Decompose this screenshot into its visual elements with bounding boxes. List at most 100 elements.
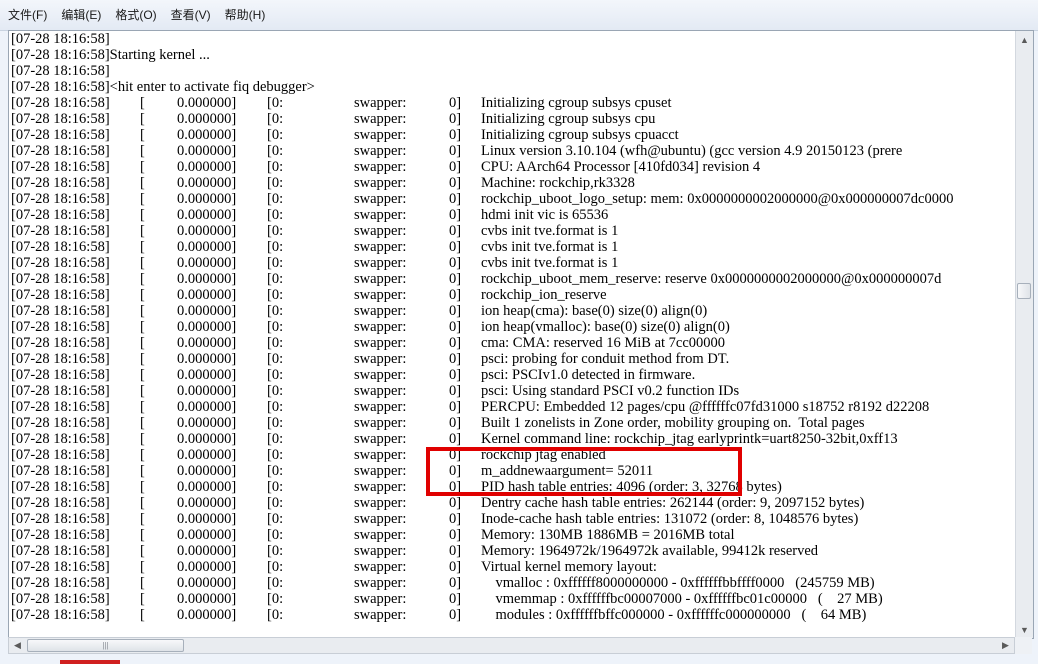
log-timestamp: [07-28 18:16:58]	[11, 415, 110, 431]
log-line: [07-28 18:16:58] [0.000000] [0: swapper: 0] h…	[11, 207, 1015, 223]
log-time: 0.000000]	[177, 127, 237, 143]
menu-item[interactable]: 文件(F)	[2, 0, 53, 30]
horizontal-scroll-thumb[interactable]: |||	[27, 639, 184, 652]
log-pid: 0]	[449, 143, 462, 159]
scrollbar-corner	[1015, 637, 1032, 654]
log-bracket: [	[140, 303, 145, 319]
log-cpu: [0:	[267, 399, 284, 415]
log-cpu: [0:	[267, 159, 284, 175]
log-cpu: [0:	[267, 431, 284, 447]
log-pid: 0]	[449, 479, 462, 495]
log-timestamp: [07-28 18:16:58]	[11, 143, 110, 159]
log-timestamp: [07-28 18:16:58]	[11, 351, 110, 367]
log-bracket: [	[140, 591, 145, 607]
log-line: [07-28 18:16:58] [0.000000] [0: swapper: 0] c…	[11, 239, 1015, 255]
log-text-area[interactable]: [07-28 18:16:58] [07-28 18:16:58]Starting…	[9, 31, 1015, 638]
log-message: cvbs init tve.format is 1	[481, 239, 619, 255]
scroll-up-icon[interactable]: ▲	[1016, 31, 1033, 48]
log-message: Kernel command line: rockchip_jtag early…	[481, 431, 898, 447]
log-cpu: [0:	[267, 383, 284, 399]
scroll-left-icon[interactable]: ◀	[9, 638, 26, 653]
log-line: [07-28 18:16:58] [0.000000] [0: swapper: 0] B…	[11, 415, 1015, 431]
log-pid: 0]	[449, 527, 462, 543]
log-timestamp: [07-28 18:16:58]	[11, 511, 110, 527]
log-line: [07-28 18:16:58] [0.000000] [0: swapper: 0] I…	[11, 111, 1015, 127]
log-cpu: [0:	[267, 319, 284, 335]
log-cpu: [0:	[267, 607, 284, 623]
log-bracket: [	[140, 239, 145, 255]
scroll-down-icon[interactable]: ▼	[1016, 621, 1033, 638]
log-cpu: [0:	[267, 559, 284, 575]
log-line: [07-28 18:16:58] [0.000000] [0: swapper: 0] I…	[11, 127, 1015, 143]
log-timestamp: [07-28 18:16:58]	[11, 463, 110, 479]
log-pid: 0]	[449, 511, 462, 527]
log-cpu: [0:	[267, 143, 284, 159]
log-time: 0.000000]	[177, 319, 237, 335]
log-timestamp: [07-28 18:16:58]	[11, 431, 110, 447]
log-timestamp: [07-28 18:16:58]	[11, 111, 110, 127]
log-cpu: [0:	[267, 287, 284, 303]
menu-item[interactable]: 格式(O)	[109, 0, 162, 30]
log-time: 0.000000]	[177, 495, 237, 511]
log-cpu: [0:	[267, 415, 284, 431]
log-message: PID hash table entries: 4096 (order: 3, …	[481, 479, 782, 495]
log-line: [07-28 18:16:58]	[11, 31, 110, 47]
log-time: 0.000000]	[177, 399, 237, 415]
log-message: rockchip jtag enabled	[481, 447, 606, 463]
log-pid: 0]	[449, 239, 462, 255]
log-line: [07-28 18:16:58] [0.000000] [0: swapper: 0] I…	[11, 511, 1015, 527]
log-line: [07-28 18:16:58] [0.000000] [0: swapper: 0] I…	[11, 95, 1015, 111]
log-line: [07-28 18:16:58] [0.000000] [0: swapper: 0] M…	[11, 527, 1015, 543]
menu-item[interactable]: 帮助(H)	[219, 0, 272, 30]
log-cpu: [0:	[267, 575, 284, 591]
log-bracket: [	[140, 95, 145, 111]
menu-item[interactable]: 查看(V)	[165, 0, 217, 30]
log-timestamp: [07-28 18:16:58]	[11, 127, 110, 143]
log-time: 0.000000]	[177, 239, 237, 255]
log-timestamp: [07-28 18:16:58]	[11, 543, 110, 559]
log-cpu: [0:	[267, 463, 284, 479]
log-line: [07-28 18:16:58][0.000000] [0: swapper: 0] …	[11, 575, 1015, 591]
log-bracket: [	[140, 255, 145, 271]
log-bracket: [	[140, 495, 145, 511]
log-line: [07-28 18:16:58]Starting kernel ...	[11, 47, 210, 63]
log-timestamp: [07-28 18:16:58]	[11, 495, 110, 511]
vertical-scroll-thumb[interactable]	[1017, 283, 1031, 299]
log-timestamp: [07-28 18:16:58]	[11, 319, 110, 335]
log-timestamp: [07-28 18:16:58]	[11, 383, 110, 399]
log-bracket: [	[140, 319, 145, 335]
log-time: 0.000000]	[177, 591, 237, 607]
log-pid: 0]	[449, 287, 462, 303]
log-time: 0.000000]	[177, 431, 237, 447]
log-message: Memory: 130MB 1886MB = 2016MB total	[481, 527, 735, 543]
log-message: Inode-cache hash table entries: 131072 (…	[481, 511, 859, 527]
log-time: 0.000000]	[177, 367, 237, 383]
scroll-right-icon[interactable]: ▶	[997, 638, 1014, 653]
log-pid: 0]	[449, 207, 462, 223]
log-line: [07-28 18:16:58] [0.000000] [0: swapper: 0] i…	[11, 319, 1015, 335]
log-task: swapper:	[354, 527, 407, 543]
log-task: swapper:	[354, 335, 407, 351]
log-pid: 0]	[449, 175, 462, 191]
log-time: 0.000000]	[177, 607, 237, 623]
log-task: swapper:	[354, 511, 407, 527]
log-time: 0.000000]	[177, 223, 237, 239]
log-time: 0.000000]	[177, 271, 237, 287]
log-timestamp: [07-28 18:16:58]	[11, 575, 110, 591]
log-timestamp: [07-28 18:16:58]	[11, 175, 110, 191]
log-task: swapper:	[354, 543, 407, 559]
log-pid: 0]	[449, 159, 462, 175]
log-line: [07-28 18:16:58]<hit enter to activate f…	[11, 79, 315, 95]
log-timestamp: [07-28 18:16:58]	[11, 159, 110, 175]
log-timestamp: [07-28 18:16:58]	[11, 255, 110, 271]
log-message: ion heap(cma): base(0) size(0) align(0)	[481, 303, 708, 319]
log-task: swapper:	[354, 367, 407, 383]
log-bracket: [	[140, 351, 145, 367]
log-line: [07-28 18:16:58] [0.000000] [0: swapper: 0] r…	[11, 191, 1015, 207]
menu-item[interactable]: 编辑(E)	[55, 0, 107, 30]
log-line: [07-28 18:16:58] [0.000000] [0: swapper: 0] r…	[11, 287, 1015, 303]
text-editor[interactable]: [07-28 18:16:58] [07-28 18:16:58]Starting…	[8, 30, 1034, 639]
log-line: [07-28 18:16:58] [0.000000] [0: swapper: 0] p…	[11, 367, 1015, 383]
vertical-scrollbar[interactable]: ▲ ▼	[1015, 31, 1033, 638]
horizontal-scrollbar[interactable]: ◀ ||| ▶	[8, 637, 1015, 654]
